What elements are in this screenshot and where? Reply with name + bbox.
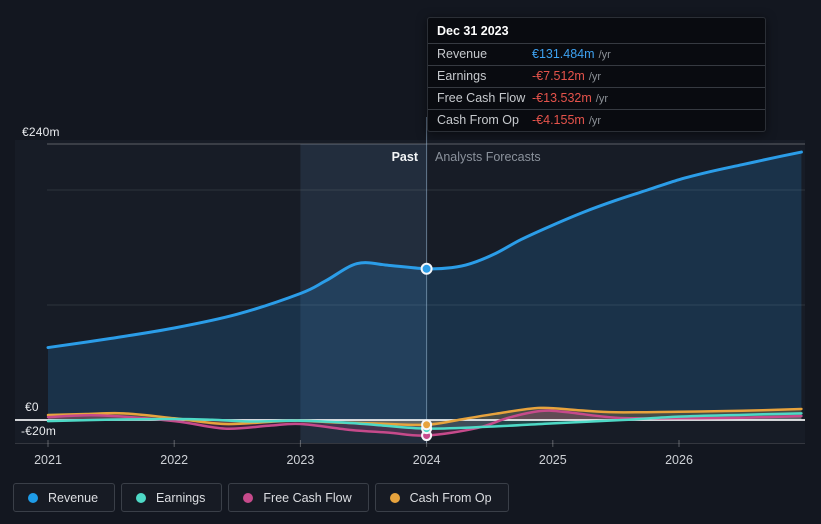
past-label: Past <box>391 150 418 164</box>
tooltip-row: Free Cash Flow -€13.532m/yr <box>428 87 765 109</box>
marker-cash-from-op <box>421 419 433 431</box>
legend-item-revenue[interactable]: Revenue <box>13 483 116 512</box>
tooltip-label: Free Cash Flow <box>437 91 526 105</box>
legend-item-label: Cash From Op <box>409 490 492 505</box>
x-axis-year-label: 2021 <box>34 453 62 467</box>
legend-dot-icon <box>243 492 254 503</box>
tooltip-label: Earnings <box>437 69 487 83</box>
tooltip-value: -€4.155m <box>532 113 585 127</box>
tooltip-title: Dec 31 2023 <box>437 24 509 38</box>
legend: Revenue Earnings Free Cash Flow Cash From O… <box>13 483 509 512</box>
analysts-forecasts-label: Analysts Forecasts <box>435 150 541 164</box>
tooltip-value: €131.484m <box>532 47 595 61</box>
tooltip-row: Earnings -€7.512m/yr <box>428 65 765 87</box>
x-axis-year-label: 2023 <box>286 453 315 467</box>
x-axis-year-label: 2024 <box>412 453 441 467</box>
legend-item-label: Free Cash Flow <box>263 490 352 505</box>
legend-item-label: Revenue <box>48 490 99 505</box>
legend-item-earnings[interactable]: Earnings <box>121 483 223 512</box>
tooltip-label: Revenue <box>437 47 488 61</box>
legend-dot-icon <box>389 492 400 503</box>
tooltip-value: -€7.512m <box>532 69 585 83</box>
y-axis-label-minus20m: -€20m <box>21 424 57 438</box>
tooltip-value: -€13.532m <box>532 91 592 105</box>
legend-dot-icon <box>28 492 38 503</box>
y-axis-label-240m: €240m <box>22 125 60 139</box>
growth-chart-panel: €240m €0 -€20m Past Analysts Forecasts 2… <box>0 0 821 524</box>
legend-item-cash-from-op[interactable]: Cash From Op <box>374 483 509 512</box>
y-axis-label-0: €0 <box>25 400 39 414</box>
tooltip-label: Cash From Op <box>437 113 519 127</box>
x-axis-year-label: 2026 <box>665 453 693 467</box>
tooltip-unit: /yr <box>588 71 602 83</box>
legend-item-label: Earnings <box>156 490 206 505</box>
tooltip-unit: /yr <box>598 49 611 61</box>
tooltip-row: Cash From Op -€4.155m/yr <box>428 109 765 131</box>
marker-revenue <box>420 262 433 275</box>
x-axis-year-label: 2025 <box>538 453 567 467</box>
tooltip-unit: /yr <box>595 93 608 105</box>
tooltip-row: Revenue €131.484m/yr <box>428 43 765 65</box>
tooltip-unit: /yr <box>588 115 602 127</box>
tooltip: Dec 31 2023 Revenue €131.484m/yr Earnings -… <box>427 17 766 132</box>
legend-dot-icon <box>136 492 147 503</box>
legend-item-free-cash-flow[interactable]: Free Cash Flow <box>228 483 369 512</box>
x-axis-year-label: 2022 <box>160 453 189 467</box>
